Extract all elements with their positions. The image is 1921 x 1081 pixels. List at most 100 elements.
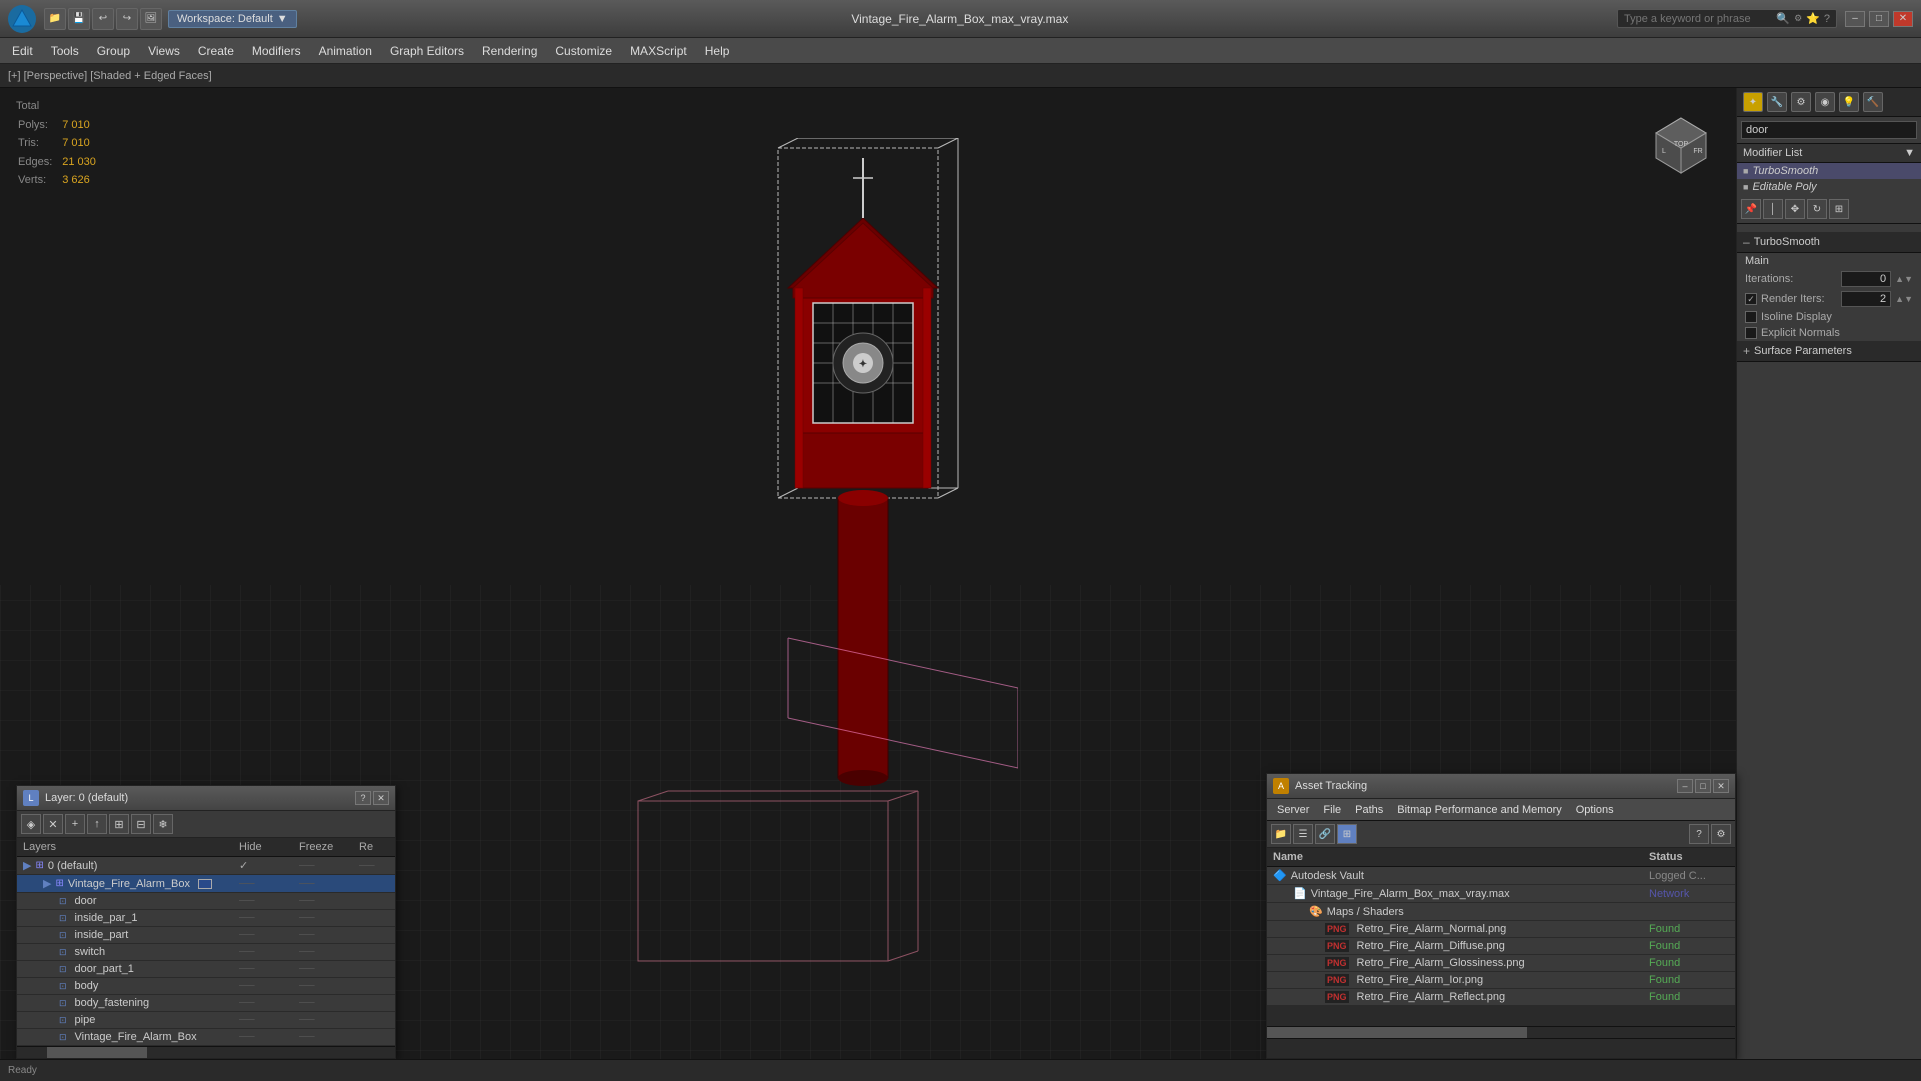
layer-row-door[interactable]: ⊡ door ── ── xyxy=(17,893,395,910)
asset-toolbar: 📁 ☰ 🔗 ⊞ ? ⚙ xyxy=(1267,821,1735,848)
isoline-checkbox[interactable] xyxy=(1745,311,1757,323)
layer-row-0-default[interactable]: ▶ ⊞ 0 (default) ✓ ── ── xyxy=(17,857,395,875)
restore-button[interactable]: □ xyxy=(1869,11,1889,27)
motion-icon[interactable]: ◉ xyxy=(1815,92,1835,112)
modify-icon[interactable]: 🔧 xyxy=(1767,92,1787,112)
asset-menu-server[interactable]: Server xyxy=(1271,802,1315,818)
layer-row-door-part-1[interactable]: ⊡ door_part_1 ── ── xyxy=(17,961,395,978)
menu-edit[interactable]: Edit xyxy=(4,42,41,60)
menu-customize[interactable]: Customize xyxy=(547,42,620,60)
layer-row-inside-part[interactable]: ⊡ inside_part ── ── xyxy=(17,927,395,944)
asset-menu-bitmap[interactable]: Bitmap Performance and Memory xyxy=(1391,802,1567,818)
search-icon[interactable]: 🔍 xyxy=(1776,12,1790,25)
asset-tool-2[interactable]: ☰ xyxy=(1293,824,1313,844)
layer-row-body[interactable]: ⊡ body ── ── xyxy=(17,978,395,995)
asset-row-normal[interactable]: PNG Retro_Fire_Alarm_Normal.png Found xyxy=(1267,921,1735,938)
modifier-list-header[interactable]: Modifier List ▼ xyxy=(1737,144,1921,163)
asset-panel-minimize[interactable]: – xyxy=(1677,779,1693,793)
explicit-normals-checkbox[interactable] xyxy=(1745,327,1757,339)
asset-menu-options[interactable]: Options xyxy=(1570,802,1620,818)
render-iters-input[interactable] xyxy=(1841,291,1891,307)
move-icon[interactable]: ✥ xyxy=(1785,199,1805,219)
layer-tool-add[interactable]: + xyxy=(65,814,85,834)
save-icon[interactable]: 💾 xyxy=(68,8,90,30)
asset-panel-close[interactable]: ✕ xyxy=(1713,779,1729,793)
menu-tools[interactable]: Tools xyxy=(43,42,87,60)
modifier-list-dropdown[interactable]: ▼ xyxy=(1904,147,1915,159)
asset-row-max-file[interactable]: 📄 Vintage_Fire_Alarm_Box_max_vray.max Ne… xyxy=(1267,885,1735,903)
render-iters-checkbox[interactable] xyxy=(1745,293,1757,305)
modifier-editable-poly[interactable]: ■ Editable Poly xyxy=(1737,179,1921,195)
svg-text:FR: FR xyxy=(1693,148,1702,155)
layer-panel-scrollbar[interactable] xyxy=(17,1046,395,1058)
create-icon[interactable]: ✦ xyxy=(1743,92,1763,112)
asset-row-maps-shaders[interactable]: 🎨 Maps / Shaders xyxy=(1267,903,1735,921)
layer-row-pipe[interactable]: ⊡ pipe ── ── xyxy=(17,1012,395,1029)
turbosmooth-section[interactable]: – TurboSmooth xyxy=(1737,232,1921,253)
select-icon[interactable]: │ xyxy=(1763,199,1783,219)
layer-row-vintage-obj[interactable]: ⊡ Vintage_Fire_Alarm_Box ── ── xyxy=(17,1029,395,1046)
layer-panel-close[interactable]: ✕ xyxy=(373,791,389,805)
asset-tool-3[interactable]: 🔗 xyxy=(1315,824,1335,844)
new-file-icon[interactable]: 📁 xyxy=(44,8,66,30)
pin-stack-icon[interactable]: 📌 xyxy=(1741,199,1761,219)
menu-group[interactable]: Group xyxy=(89,42,138,60)
modifier-turbosmooth[interactable]: ■ TurboSmooth xyxy=(1737,163,1921,179)
asset-row-reflect[interactable]: PNG Retro_Fire_Alarm_Reflect.png Found xyxy=(1267,989,1735,1006)
layer-row-inside-par-1[interactable]: ⊡ inside_par_1 ── ── xyxy=(17,910,395,927)
asset-row-autodesk-vault[interactable]: 🔷 Autodesk Vault Logged C... xyxy=(1267,867,1735,885)
iterations-input[interactable] xyxy=(1841,271,1891,287)
search-input[interactable] xyxy=(1624,13,1772,25)
asset-tool-settings[interactable]: ⚙ xyxy=(1711,824,1731,844)
asset-row-ior[interactable]: PNG Retro_Fire_Alarm_Ior.png Found xyxy=(1267,972,1735,989)
asset-tool-help[interactable]: ? xyxy=(1689,824,1709,844)
layer-tool-move[interactable]: ↑ xyxy=(87,814,107,834)
asset-row-diffuse[interactable]: PNG Retro_Fire_Alarm_Diffuse.png Found xyxy=(1267,938,1735,955)
bookmark-icon[interactable]: ⭐ xyxy=(1806,12,1820,25)
layer-tool-select[interactable]: ◈ xyxy=(21,814,41,834)
menu-graph-editors[interactable]: Graph Editors xyxy=(382,42,472,60)
layer-scrollbar-thumb[interactable] xyxy=(47,1047,147,1058)
asset-tool-4[interactable]: ⊞ xyxy=(1337,824,1357,844)
asset-scrollbar[interactable] xyxy=(1267,1026,1735,1038)
asset-row-glossiness[interactable]: PNG Retro_Fire_Alarm_Glossiness.png Foun… xyxy=(1267,955,1735,972)
menu-maxscript[interactable]: MAXScript xyxy=(622,42,695,60)
asset-panel-restore[interactable]: □ xyxy=(1695,779,1711,793)
iterations-spinner[interactable]: ▲▼ xyxy=(1895,274,1913,284)
menu-create[interactable]: Create xyxy=(190,42,242,60)
help-icon[interactable]: ? xyxy=(1824,13,1830,25)
close-button[interactable]: ✕ xyxy=(1893,11,1913,27)
search-options-icon[interactable]: ⚙ xyxy=(1794,13,1802,24)
menu-rendering[interactable]: Rendering xyxy=(474,42,545,60)
viewport-cube[interactable]: TOP FR L xyxy=(1646,108,1716,178)
rotate-icon[interactable]: ↻ xyxy=(1807,199,1827,219)
redo-icon[interactable]: ↪ xyxy=(116,8,138,30)
surface-params-section[interactable]: + Surface Parameters xyxy=(1737,341,1921,362)
layer-tool-delete[interactable]: ✕ xyxy=(43,814,63,834)
undo-icon[interactable]: ↩ xyxy=(92,8,114,30)
layer-row-body-fastening[interactable]: ⊡ body_fastening ── ── xyxy=(17,995,395,1012)
asset-menu-paths[interactable]: Paths xyxy=(1349,802,1389,818)
workspace-button[interactable]: Workspace: Default ▼ xyxy=(168,10,297,28)
asset-menu-file[interactable]: File xyxy=(1317,802,1347,818)
menu-views[interactable]: Views xyxy=(140,42,188,60)
layer-tool-freeze[interactable]: ❄ xyxy=(153,814,173,834)
asset-scrollbar-thumb[interactable] xyxy=(1267,1027,1527,1038)
layer-panel-question[interactable]: ? xyxy=(355,791,371,805)
display-icon[interactable]: 💡 xyxy=(1839,92,1859,112)
render-iters-spinner[interactable]: ▲▼ xyxy=(1895,294,1913,304)
menu-animation[interactable]: Animation xyxy=(311,42,380,60)
more-icon[interactable]: ⊞ xyxy=(1829,199,1849,219)
layer-tool-expand[interactable]: ⊞ xyxy=(109,814,129,834)
menu-modifiers[interactable]: Modifiers xyxy=(244,42,309,60)
layer-row-switch[interactable]: ⊡ switch ── ── xyxy=(17,944,395,961)
render-icon[interactable]: 🖼 xyxy=(140,8,162,30)
layer-tool-collapse[interactable]: ⊟ xyxy=(131,814,151,834)
modifier-input[interactable] xyxy=(1741,121,1917,139)
menu-help[interactable]: Help xyxy=(697,42,738,60)
hierarchy-icon[interactable]: ⚙ xyxy=(1791,92,1811,112)
minimize-button[interactable]: – xyxy=(1845,11,1865,27)
utilities-icon[interactable]: 🔨 xyxy=(1863,92,1883,112)
layer-row-vintage-fire-alarm-box[interactable]: ▶ ⊞ Vintage_Fire_Alarm_Box ── ── xyxy=(17,875,395,893)
asset-tool-1[interactable]: 📁 xyxy=(1271,824,1291,844)
